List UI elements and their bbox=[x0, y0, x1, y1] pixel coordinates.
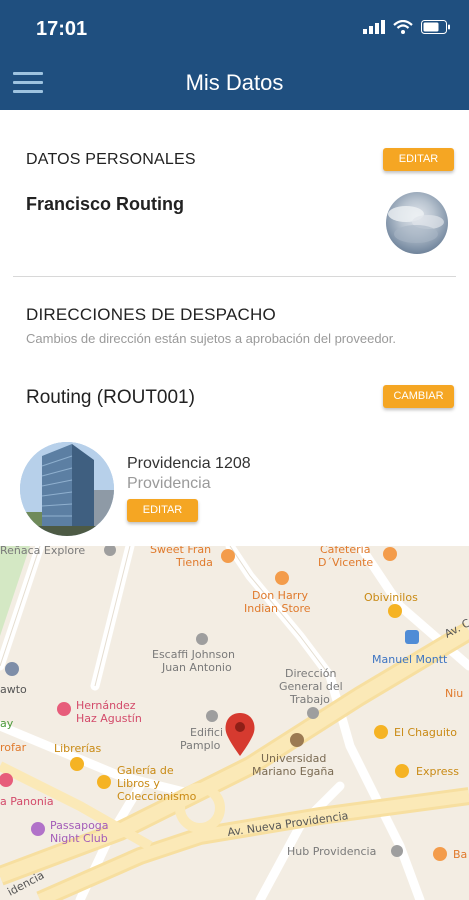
map-label: Dirección bbox=[285, 667, 336, 680]
avatar[interactable] bbox=[386, 192, 448, 254]
map-label: Juan Antonio bbox=[161, 661, 232, 674]
edit-address-button[interactable]: EDITAR bbox=[127, 499, 198, 522]
section-divider bbox=[13, 276, 456, 277]
status-bar: 17:01 bbox=[0, 0, 469, 58]
map-label: Manuel Montt bbox=[372, 653, 448, 666]
battery-icon bbox=[421, 20, 450, 34]
map-label: Libros y bbox=[117, 777, 160, 790]
route-name: Routing (ROUT001) bbox=[26, 387, 195, 408]
map-label: rofar bbox=[0, 741, 27, 754]
map[interactable]: Reñaca Explore Sweet Fran Tienda Cafeter… bbox=[0, 546, 469, 900]
location-pin-icon bbox=[225, 713, 255, 756]
map-label: Passapoga bbox=[50, 819, 109, 832]
map-label: Galería de bbox=[117, 764, 174, 777]
map-label: Sweet Fran bbox=[150, 546, 211, 556]
map-label: Cafetería bbox=[320, 546, 370, 556]
map-label: D´Vicente bbox=[318, 556, 373, 569]
map-label: Pamplo bbox=[180, 739, 221, 752]
map-label: Obivinilos bbox=[364, 591, 418, 604]
user-name: Francisco Routing bbox=[26, 194, 185, 214]
map-label: Haz Agustín bbox=[76, 712, 142, 725]
page-title: Mis Datos bbox=[185, 70, 284, 95]
map-label: Edifici bbox=[190, 726, 223, 739]
map-label: Escaffi Johnson bbox=[152, 648, 235, 661]
navbar: Mis Datos bbox=[0, 58, 469, 110]
address-street: Providencia 1208 bbox=[127, 455, 251, 472]
building-photo bbox=[20, 442, 114, 536]
edit-personal-button[interactable]: EDITAR bbox=[383, 148, 454, 171]
map-label: El Chaguito bbox=[394, 726, 457, 739]
status-icons bbox=[363, 20, 451, 34]
map-label: Tienda bbox=[175, 556, 213, 569]
map-label: Night Club bbox=[50, 832, 108, 845]
map-label: Hub Providencia bbox=[287, 845, 376, 858]
map-label: Mariano Egaña bbox=[252, 765, 334, 778]
address-district: Providencia bbox=[127, 475, 211, 492]
map-label: Niu bbox=[445, 687, 463, 700]
map-label: General del bbox=[279, 680, 343, 693]
map-label: a Panonia bbox=[0, 795, 54, 808]
map-label: Indian Store bbox=[244, 602, 311, 615]
map-label: awto bbox=[0, 683, 27, 696]
map-label: Hernández bbox=[76, 699, 136, 712]
status-time: 17:01 bbox=[36, 18, 88, 40]
change-route-button[interactable]: CAMBIAR bbox=[383, 385, 454, 408]
addresses-section-title: DIRECCIONES DE DESPACHO bbox=[26, 305, 276, 324]
map-label: Express bbox=[416, 765, 459, 778]
map-label: Coleccionismo bbox=[117, 790, 197, 803]
map-label: Don Harry bbox=[252, 589, 309, 602]
map-label: Librerías bbox=[54, 742, 102, 755]
map-label: Universidad bbox=[261, 752, 326, 765]
map-label: Reñaca Explore bbox=[0, 546, 85, 557]
avatar-image bbox=[388, 206, 444, 243]
map-label: Ba bbox=[453, 848, 467, 861]
signal-icon bbox=[363, 20, 385, 34]
addresses-hint: Cambios de dirección están sujetos a apr… bbox=[26, 331, 397, 346]
personal-section-title: DATOS PERSONALES bbox=[26, 151, 196, 168]
map-label: Trabajo bbox=[289, 693, 330, 706]
map-label: ay bbox=[0, 717, 14, 730]
wifi-icon bbox=[393, 20, 413, 34]
